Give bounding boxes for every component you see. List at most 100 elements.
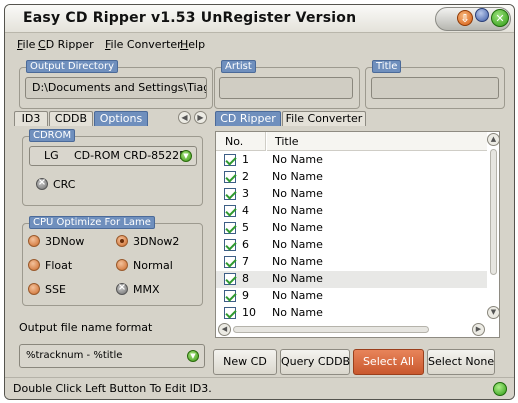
scroll-right-icon[interactable]: ▶ [472, 323, 485, 336]
track-checkbox[interactable] [224, 171, 236, 183]
minimize-icon[interactable]: ⇩ [457, 10, 473, 26]
track-number: 5 [242, 221, 249, 234]
new-cd-button[interactable]: New CD [213, 349, 277, 375]
format-select[interactable]: %tracknum - %title [19, 344, 205, 368]
track-list[interactable]: No. Title 1 No Name 2 No Name 3 No Name 4 No Na… [215, 131, 500, 338]
track-number: 3 [242, 187, 249, 200]
track-checkbox[interactable] [224, 154, 236, 166]
vertical-scrollbar[interactable]: ▲ ▼ [487, 133, 500, 321]
close-icon[interactable]: ✕ [491, 9, 509, 27]
crc-toggle[interactable] [36, 177, 48, 190]
track-title: No Name [272, 272, 323, 285]
track-number: 9 [242, 289, 249, 302]
track-number: 8 [242, 272, 249, 285]
horizontal-scroll-thumb[interactable] [233, 326, 429, 333]
tab-prev-icon[interactable]: ◀ [178, 111, 191, 124]
drive-vendor: LG [44, 149, 59, 162]
track-number: 6 [242, 238, 249, 251]
dropdown-arrow-icon[interactable]: ▼ [180, 150, 192, 162]
tab-cddb[interactable]: CDDB [49, 111, 93, 126]
radio-sse-label: SSE [45, 283, 66, 296]
radio-sse[interactable] [28, 283, 40, 295]
title-bar[interactable]: Easy CD Ripper v1.53 UnRegister Version … [5, 5, 514, 33]
track-checkbox[interactable] [224, 205, 236, 217]
cdrom-legend: CDROM [29, 129, 76, 142]
radio-float[interactable] [28, 259, 40, 271]
output-directory-field[interactable]: D:\Documents and Settings\Tiag [25, 77, 207, 99]
track-row[interactable]: 5 No Name [216, 220, 487, 237]
track-title: No Name [272, 255, 323, 268]
menu-cd-ripper[interactable]: CD Ripper [38, 38, 94, 51]
radio-mmx-label: MMX [133, 283, 160, 296]
track-number: 2 [242, 170, 249, 183]
radio-float-label: Float [45, 259, 73, 272]
column-header-no[interactable]: No. [216, 132, 266, 151]
radio-3dnow-label: 3DNow [45, 235, 85, 248]
tab-file-converter[interactable]: File Converter [282, 111, 366, 126]
horizontal-scrollbar[interactable]: ◀ ▶ [217, 322, 487, 337]
window-title: Easy CD Ripper v1.53 UnRegister Version [23, 10, 357, 26]
menu-help[interactable]: Help [180, 38, 205, 51]
cpu-optimize-legend: CPU Optimize For Lame [29, 216, 155, 229]
format-dropdown-arrow-icon[interactable]: ▼ [187, 350, 199, 362]
track-row[interactable]: 10 No Name [216, 305, 487, 322]
drive-model: CD-ROM CRD-8522E [74, 149, 187, 162]
track-checkbox[interactable] [224, 256, 236, 268]
track-title: No Name [272, 153, 323, 166]
track-number: 10 [242, 306, 256, 319]
column-header-title[interactable]: Title [267, 132, 487, 151]
track-row[interactable]: 2 No Name [216, 169, 487, 186]
output-directory-legend: Output Directory [26, 60, 119, 73]
select-none-button[interactable]: Select None [427, 349, 495, 375]
track-row[interactable]: 3 No Name [216, 186, 487, 203]
track-row[interactable]: 1 No Name [216, 152, 487, 169]
track-title: No Name [272, 289, 323, 302]
track-row[interactable]: 7 No Name [216, 254, 487, 271]
track-title: No Name [272, 238, 323, 251]
track-checkbox[interactable] [224, 239, 236, 251]
scroll-up-icon[interactable]: ▲ [487, 133, 500, 146]
radio-normal[interactable] [116, 259, 128, 271]
maximize-icon[interactable] [475, 8, 489, 22]
app-window: Easy CD Ripper v1.53 UnRegister Version … [4, 4, 515, 400]
track-checkbox[interactable] [224, 222, 236, 234]
track-row[interactable]: 8 No Name [216, 271, 487, 288]
radio-3dnow2[interactable] [116, 235, 128, 247]
select-all-button[interactable]: Select All [353, 349, 424, 375]
format-label: Output file name format [19, 321, 153, 334]
status-bar: Double Click Left Button To Edit ID3. [5, 377, 514, 399]
radio-3dnow2-label: 3DNow2 [133, 235, 180, 248]
radio-normal-label: Normal [133, 259, 173, 272]
tab-options[interactable]: Options [94, 111, 148, 126]
track-checkbox[interactable] [224, 290, 236, 302]
query-cddb-button[interactable]: Query CDDB [280, 349, 350, 375]
artist-field[interactable] [219, 77, 353, 99]
tab-next-icon[interactable]: ▶ [194, 111, 207, 124]
menu-file-converter[interactable]: File Converter [105, 38, 182, 51]
track-checkbox[interactable] [224, 273, 236, 285]
status-indicator-icon [493, 382, 507, 396]
menu-file[interactable]: File [17, 38, 35, 51]
track-number: 7 [242, 255, 249, 268]
track-title: No Name [272, 170, 323, 183]
track-row[interactable]: 9 No Name [216, 288, 487, 305]
track-checkbox[interactable] [224, 188, 236, 200]
title-field[interactable] [371, 77, 499, 99]
track-title: No Name [272, 306, 323, 319]
track-row[interactable]: 4 No Name [216, 203, 487, 220]
radio-mmx[interactable] [116, 282, 128, 295]
track-title: No Name [272, 204, 323, 217]
tab-id3[interactable]: ID3 [14, 111, 48, 126]
scroll-left-icon[interactable]: ◀ [218, 323, 231, 336]
track-title: No Name [272, 187, 323, 200]
artist-legend: Artist [221, 60, 256, 73]
scroll-down-icon[interactable]: ▼ [487, 306, 500, 319]
track-row[interactable]: 6 No Name [216, 237, 487, 254]
track-checkbox[interactable] [224, 307, 236, 319]
vertical-scroll-thumb[interactable] [490, 149, 497, 275]
radio-3dnow[interactable] [28, 235, 40, 247]
status-text: Double Click Left Button To Edit ID3. [13, 382, 212, 395]
tab-cd-ripper[interactable]: CD Ripper [215, 111, 281, 126]
cdrom-drive-select[interactable]: LG CD-ROM CRD-8522E [29, 146, 197, 166]
track-title: No Name [272, 221, 323, 234]
